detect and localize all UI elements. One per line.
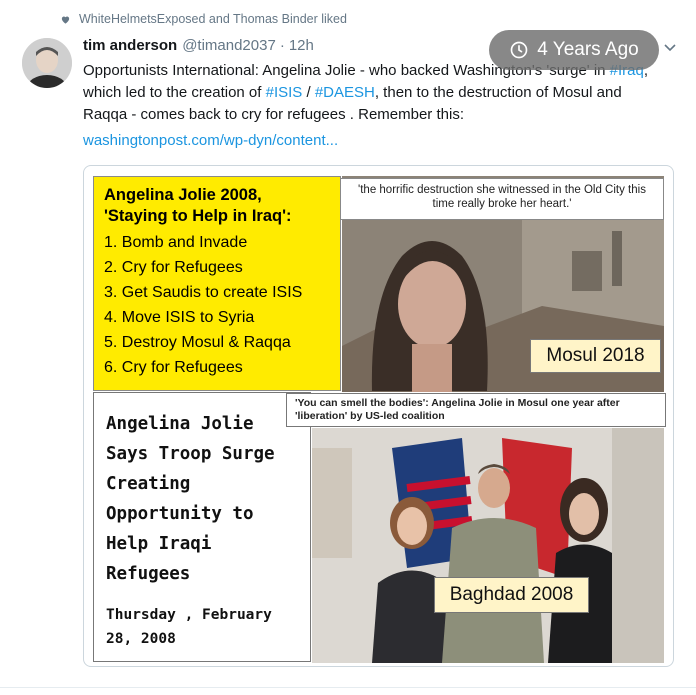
meme-list-title: Angelina Jolie 2008, xyxy=(104,186,262,204)
headline-line: Refugees xyxy=(106,564,191,584)
label-mosul: Mosul 2018 xyxy=(530,339,661,373)
quote-bottom: 'You can smell the bodies': Angelina Jol… xyxy=(286,393,666,427)
tweet-header: tim anderson @timand2037 · 12h xyxy=(83,37,314,54)
separator: · xyxy=(279,37,285,54)
meme-list-item: 4. Move ISIS to Syria xyxy=(104,309,255,326)
tweet-text-part: / xyxy=(302,84,315,101)
meme-list-item: 2. Cry for Refugees xyxy=(104,259,243,276)
quote-top: 'the horrific destruction she witnessed … xyxy=(340,178,664,220)
meme-list-item: 5. Destroy Mosul & Raqqa xyxy=(104,334,291,351)
avatar-image xyxy=(22,38,72,88)
meme-list: 1. Bomb and Invade 2. Cry for Refugees 3… xyxy=(104,230,330,380)
author-name[interactable]: tim anderson xyxy=(83,37,177,54)
label-baghdad: Baghdad 2008 xyxy=(434,577,589,613)
meme-list-item: 1. Bomb and Invade xyxy=(104,234,248,251)
social-context[interactable]: WhiteHelmetsExposed and Thomas Binder li… xyxy=(60,10,347,28)
hashtag-daesh[interactable]: #DAESH xyxy=(315,84,375,101)
chevron-down-icon[interactable] xyxy=(664,44,676,52)
hashtag-isis[interactable]: #ISIS xyxy=(266,84,303,101)
meme-list-item: 3. Get Saudis to create ISIS xyxy=(104,284,303,301)
age-badge: 4 Years Ago xyxy=(489,30,659,70)
headline-line: Creating xyxy=(106,474,191,494)
headline-date-line: 28, 2008 xyxy=(106,631,176,647)
heart-icon xyxy=(61,16,70,24)
liked-by-text: WhiteHelmetsExposed and Thomas Binder li… xyxy=(79,12,347,26)
meme-list-box: Angelina Jolie 2008, 'Staying to Help in… xyxy=(93,176,341,391)
meme-list-item: 6. Cry for Refugees xyxy=(104,359,243,376)
clock-icon xyxy=(510,41,528,59)
headline-date: Thursday , February 28, 2008 xyxy=(106,603,298,651)
age-badge-label: 4 Years Ago xyxy=(537,39,639,60)
headline-line: Says Troop Surge xyxy=(106,444,275,464)
author-handle[interactable]: @timand2037 xyxy=(182,37,276,54)
headline-date-line: Thursday , February xyxy=(106,607,272,623)
headline-line: Angelina Jolie xyxy=(106,414,254,434)
baghdad-photo-image xyxy=(312,428,664,663)
avatar[interactable] xyxy=(22,38,72,88)
headline-line: Help Iraqi xyxy=(106,534,212,554)
divider xyxy=(0,687,696,688)
headline-box: Angelina Jolie Says Troop Surge Creating… xyxy=(93,392,311,662)
baghdad-photo xyxy=(312,428,664,663)
tweet-link[interactable]: washingtonpost.com/wp-dyn/content... xyxy=(83,132,338,149)
headline-line: Opportunity to xyxy=(106,504,254,524)
timestamp[interactable]: 12h xyxy=(289,37,314,54)
meme-list-subtitle: 'Staying to Help in Iraq': xyxy=(104,207,292,225)
